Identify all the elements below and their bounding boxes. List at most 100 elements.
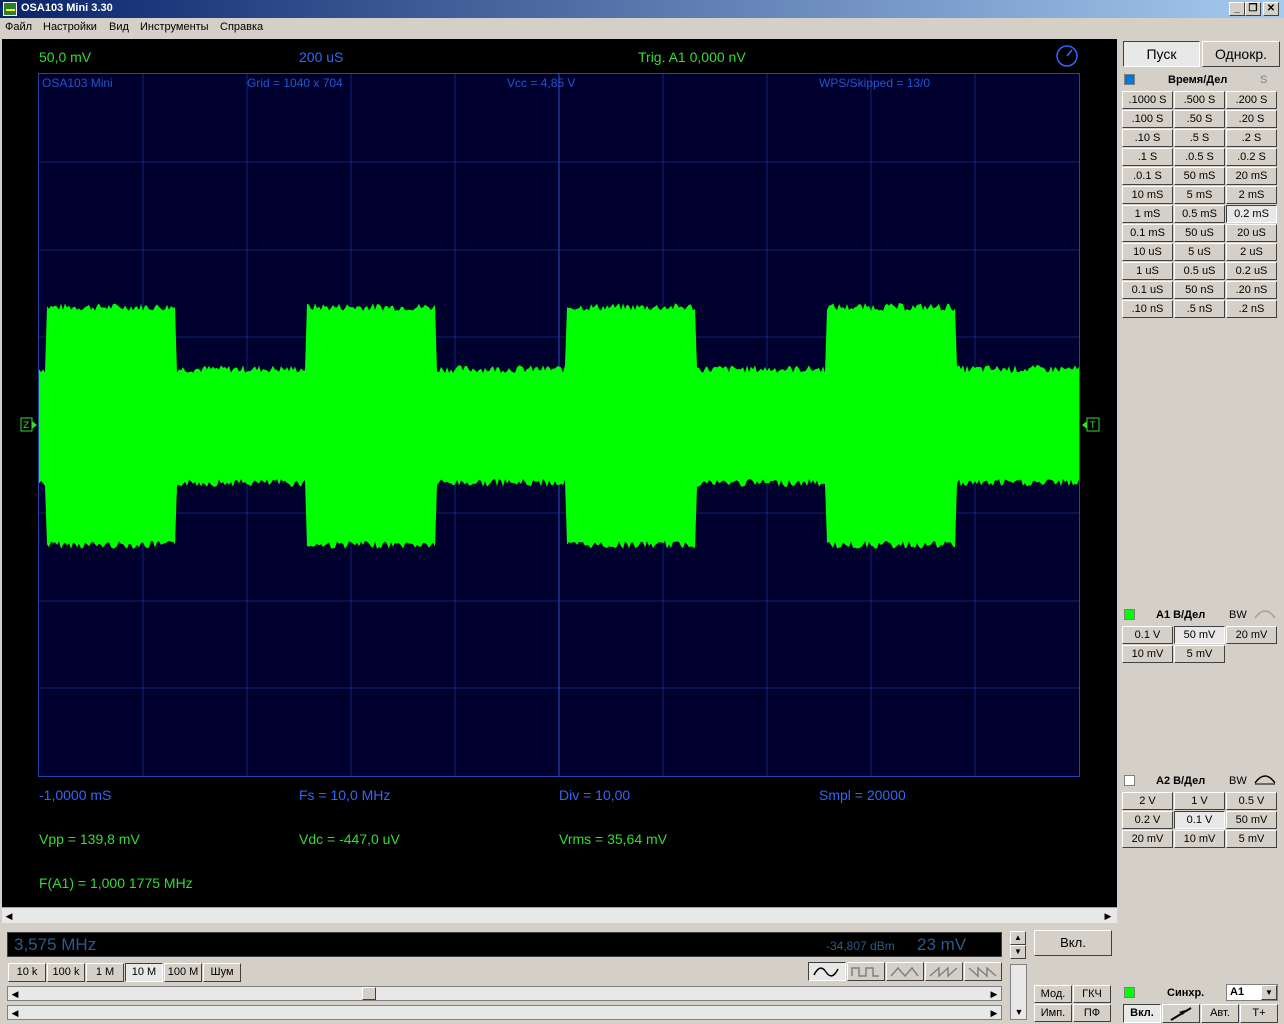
- scope-grid[interactable]: OSA103 Mini Grid = 1040 x 704 Vcc = 4,85…: [38, 73, 1080, 777]
- maximize-button[interactable]: ❐: [1245, 2, 1261, 16]
- menu-tools[interactable]: Инструменты: [140, 21, 209, 33]
- time-div-button[interactable]: 50 nS: [1174, 281, 1225, 299]
- generator-freq-slider[interactable]: ◀ ▶: [7, 986, 1002, 1001]
- a2-volt-div-button[interactable]: 0.2 V: [1122, 811, 1173, 829]
- a2-volt-div-button[interactable]: 1 V: [1174, 792, 1225, 810]
- time-div-button[interactable]: 0.2 mS: [1226, 205, 1277, 223]
- time-div-button[interactable]: 0.1 mS: [1122, 224, 1173, 242]
- time-div-button[interactable]: .0.1 S: [1122, 167, 1173, 185]
- menu-file[interactable]: Файл: [5, 21, 32, 33]
- generator-range-button[interactable]: 100 k: [47, 963, 85, 982]
- time-div-button[interactable]: .500 S: [1174, 91, 1225, 109]
- bw-filter-icon-a2[interactable]: [1254, 773, 1276, 785]
- time-div-button[interactable]: 50 uS: [1174, 224, 1225, 242]
- menu-settings[interactable]: Настройки: [43, 21, 97, 33]
- zero-level-marker[interactable]: Z: [20, 417, 38, 433]
- filter-button[interactable]: ПФ: [1073, 1004, 1111, 1022]
- close-button[interactable]: ✕: [1263, 2, 1279, 16]
- time-div-button[interactable]: .20 nS: [1226, 281, 1277, 299]
- minimize-button[interactable]: _: [1229, 2, 1245, 16]
- slider-right-icon[interactable]: ▶: [987, 987, 1001, 1001]
- gen-spin-down-icon[interactable]: ▼: [1010, 945, 1026, 959]
- time-div-button[interactable]: .1 S: [1122, 148, 1173, 166]
- pulse-button[interactable]: Имп.: [1034, 1004, 1072, 1022]
- trigger-level-marker[interactable]: T: [1081, 417, 1101, 433]
- time-div-button[interactable]: .10 S: [1122, 129, 1173, 147]
- time-div-button[interactable]: .50 S: [1174, 110, 1225, 128]
- time-checkbox[interactable]: [1124, 74, 1135, 85]
- time-div-button[interactable]: .0.5 S: [1174, 148, 1225, 166]
- sync-on-button[interactable]: Вкл.: [1123, 1004, 1161, 1023]
- menu-view[interactable]: Вид: [109, 21, 129, 33]
- a2-volt-div-button[interactable]: 0.5 V: [1226, 792, 1277, 810]
- sync-t-plus-button[interactable]: T+: [1240, 1004, 1278, 1023]
- time-div-button[interactable]: 10 uS: [1122, 243, 1173, 261]
- time-div-button[interactable]: .100 S: [1122, 110, 1173, 128]
- sync-auto-button[interactable]: Авт.: [1201, 1004, 1239, 1023]
- a1-volt-div-button[interactable]: 10 mV: [1122, 645, 1173, 663]
- scroll-left-icon[interactable]: ◀: [2, 909, 16, 923]
- slider2-left-icon[interactable]: ◀: [8, 1006, 22, 1020]
- a2-volt-div-button[interactable]: 2 V: [1122, 792, 1173, 810]
- a2-checkbox[interactable]: [1124, 775, 1135, 786]
- time-div-button[interactable]: 5 uS: [1174, 243, 1225, 261]
- time-div-button[interactable]: .5 nS: [1174, 300, 1225, 318]
- waveform-button[interactable]: [925, 962, 963, 981]
- waveform-button[interactable]: [964, 962, 1002, 981]
- a1-volt-div-button[interactable]: 50 mV: [1174, 626, 1225, 644]
- time-div-button[interactable]: .10 nS: [1122, 300, 1173, 318]
- waveform-button[interactable]: [847, 962, 885, 981]
- time-div-button[interactable]: .200 S: [1226, 91, 1277, 109]
- time-div-button[interactable]: .1000 S: [1122, 91, 1173, 109]
- a2-volt-div-button[interactable]: 5 mV: [1226, 830, 1277, 848]
- mod-button[interactable]: Мод.: [1034, 985, 1072, 1003]
- time-div-button[interactable]: 0.2 uS: [1226, 262, 1277, 280]
- sync-checkbox[interactable]: [1124, 987, 1135, 998]
- a1-volt-div-button[interactable]: 5 mV: [1174, 645, 1225, 663]
- vscroll-down-icon[interactable]: ▼: [1012, 1005, 1026, 1019]
- clock-icon[interactable]: [1055, 44, 1079, 68]
- generator-range-button[interactable]: 100 M: [164, 963, 202, 982]
- slider-thumb[interactable]: [362, 987, 376, 1000]
- time-div-button[interactable]: 2 uS: [1226, 243, 1277, 261]
- time-div-button[interactable]: .2 S: [1226, 129, 1277, 147]
- start-button[interactable]: Пуск: [1123, 41, 1200, 67]
- a2-volt-div-button[interactable]: 10 mV: [1174, 830, 1225, 848]
- time-div-button[interactable]: .5 S: [1174, 129, 1225, 147]
- a1-checkbox[interactable]: [1124, 609, 1135, 620]
- time-div-button[interactable]: .0.2 S: [1226, 148, 1277, 166]
- a2-volt-div-button[interactable]: 50 mV: [1226, 811, 1277, 829]
- time-div-button[interactable]: 1 mS: [1122, 205, 1173, 223]
- waveform-button[interactable]: [886, 962, 924, 981]
- a2-volt-div-button[interactable]: 20 mV: [1122, 830, 1173, 848]
- time-div-button[interactable]: 0.5 mS: [1174, 205, 1225, 223]
- generator-amp-slider[interactable]: ◀ ▶: [7, 1005, 1002, 1020]
- scope-scrollbar[interactable]: ◀ ▶: [2, 907, 1117, 923]
- time-div-button[interactable]: 0.5 uS: [1174, 262, 1225, 280]
- slider2-right-icon[interactable]: ▶: [987, 1006, 1001, 1020]
- generator-range-button[interactable]: Шум: [203, 963, 241, 982]
- sweep-button[interactable]: ГКЧ: [1073, 985, 1111, 1003]
- menu-help[interactable]: Справка: [220, 21, 263, 33]
- a1-volt-div-button[interactable]: 20 mV: [1226, 626, 1277, 644]
- time-div-button[interactable]: 5 mS: [1174, 186, 1225, 204]
- generator-range-button[interactable]: 1 M: [86, 963, 124, 982]
- time-div-button[interactable]: 20 uS: [1226, 224, 1277, 242]
- slider-left-icon[interactable]: ◀: [8, 987, 22, 1001]
- bw-filter-icon[interactable]: [1254, 608, 1276, 620]
- time-div-button[interactable]: 20 mS: [1226, 167, 1277, 185]
- generator-range-button[interactable]: 10 k: [8, 963, 46, 982]
- time-div-button[interactable]: .2 nS: [1226, 300, 1277, 318]
- gen-spin-up-icon[interactable]: ▲: [1010, 931, 1026, 945]
- time-div-button[interactable]: 0.1 uS: [1122, 281, 1173, 299]
- rising-edge-button[interactable]: [1162, 1004, 1200, 1023]
- time-div-button[interactable]: 50 mS: [1174, 167, 1225, 185]
- time-div-button[interactable]: 2 mS: [1226, 186, 1277, 204]
- chevron-down-icon[interactable]: ▼: [1261, 985, 1277, 1000]
- time-div-button[interactable]: 1 uS: [1122, 262, 1173, 280]
- generator-on-button[interactable]: Вкл.: [1034, 930, 1112, 956]
- scroll-right-icon[interactable]: ▶: [1101, 909, 1115, 923]
- a1-volt-div-button[interactable]: 0.1 V: [1122, 626, 1173, 644]
- waveform-button[interactable]: [808, 962, 846, 981]
- generator-vert-scrollbar[interactable]: ▼: [1010, 964, 1027, 1020]
